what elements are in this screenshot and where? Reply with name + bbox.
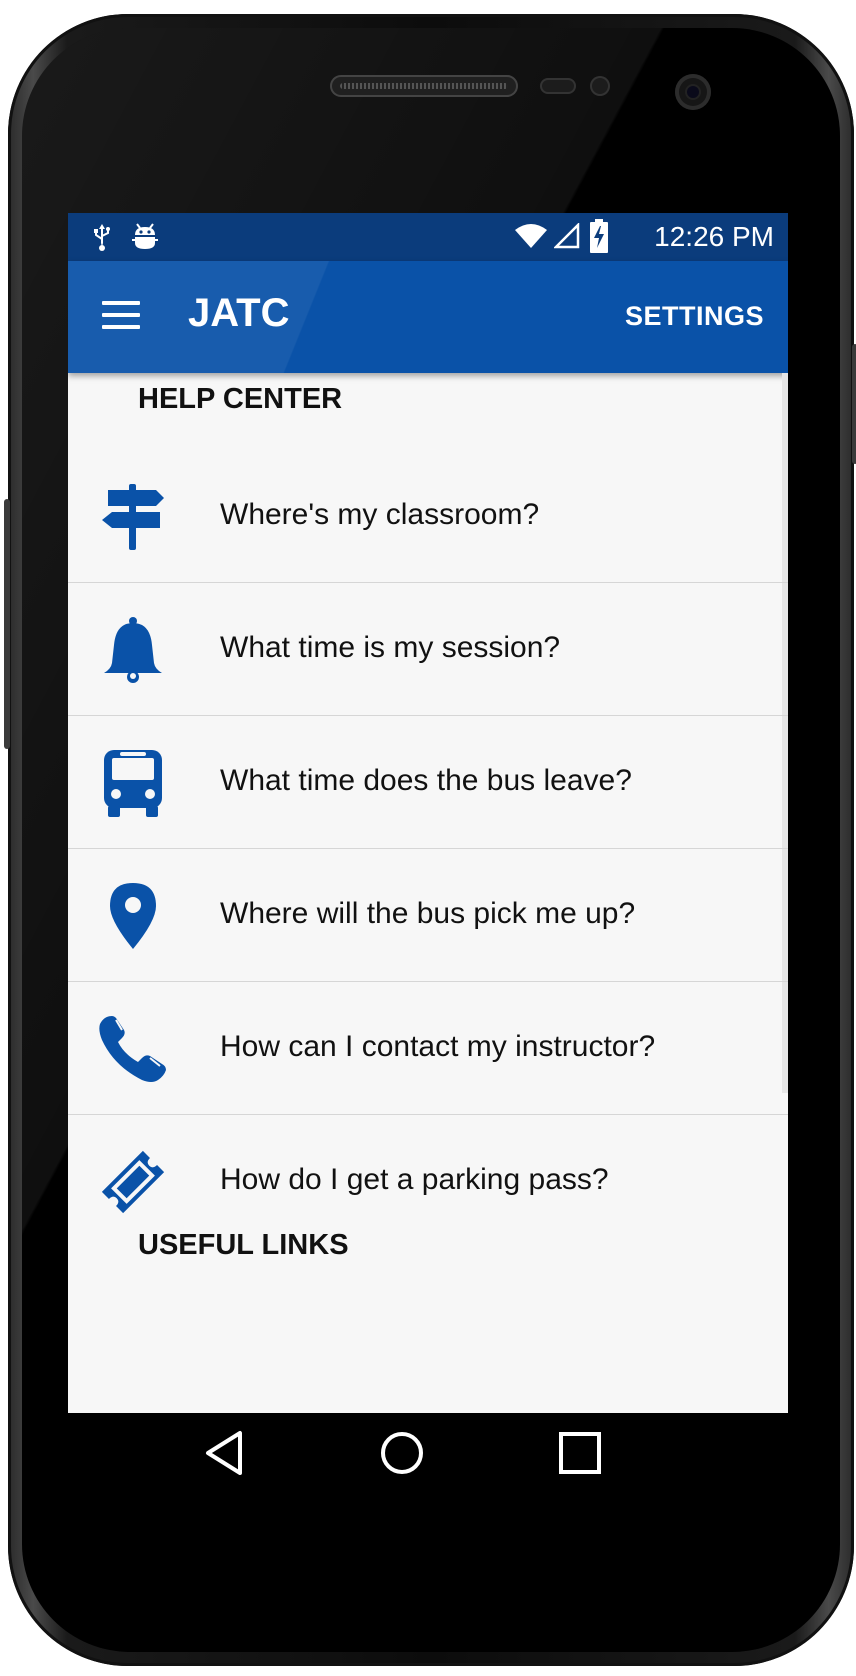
help-center-heading: HELP CENTER bbox=[138, 383, 343, 415]
back-icon[interactable] bbox=[202, 1429, 250, 1477]
help-item-label: How do I get a parking pass? bbox=[220, 1163, 609, 1196]
volume-button bbox=[852, 344, 856, 464]
help-item-label: How can I contact my instructor? bbox=[220, 1030, 656, 1063]
status-bar: 12:26 PM bbox=[68, 213, 788, 261]
phone-icon bbox=[99, 1016, 166, 1082]
android-debug-icon bbox=[132, 223, 158, 249]
system-nav-bar bbox=[68, 1413, 788, 1493]
settings-button[interactable]: SETTINGS bbox=[625, 301, 764, 332]
help-item-label: What time does the bus leave? bbox=[220, 764, 632, 797]
screen: 12:26 PM JATC SETTINGS HELP CENTER Where… bbox=[68, 213, 788, 1493]
signpost-icon bbox=[102, 484, 164, 550]
app-title: JATC bbox=[188, 291, 290, 335]
usb-icon bbox=[94, 224, 110, 251]
help-item-classroom[interactable]: Where's my classroom? bbox=[68, 450, 788, 583]
wifi-icon bbox=[515, 224, 547, 248]
help-item-contact-instructor[interactable]: How can I contact my instructor? bbox=[68, 982, 788, 1115]
help-item-session-time[interactable]: What time is my session? bbox=[68, 583, 788, 716]
front-camera bbox=[675, 74, 711, 110]
app-bar: JATC SETTINGS bbox=[68, 261, 788, 373]
home-icon[interactable] bbox=[378, 1429, 426, 1477]
earpiece-speaker bbox=[330, 75, 518, 97]
bus-icon bbox=[104, 750, 162, 817]
battery-charging-icon bbox=[590, 219, 608, 253]
proximity-sensor bbox=[540, 78, 576, 94]
map-pin-icon bbox=[110, 883, 156, 949]
power-button bbox=[4, 499, 10, 749]
ticket-icon bbox=[101, 1150, 165, 1214]
help-item-label: Where's my classroom? bbox=[220, 498, 540, 531]
help-item-label: What time is my session? bbox=[220, 631, 561, 664]
useful-links-heading: USEFUL LINKS bbox=[138, 1229, 349, 1261]
hamburger-menu-icon[interactable] bbox=[102, 301, 142, 331]
bell-icon bbox=[104, 617, 162, 683]
help-item-parking-pass[interactable]: How do I get a parking pass? bbox=[68, 1115, 788, 1247]
light-sensor bbox=[590, 76, 610, 96]
help-item-bus-pickup[interactable]: Where will the bus pick me up? bbox=[68, 849, 788, 982]
help-item-label: Where will the bus pick me up? bbox=[220, 897, 636, 930]
cell-signal-icon bbox=[554, 223, 580, 249]
status-time: 12:26 PM bbox=[654, 221, 774, 252]
help-item-bus-leave[interactable]: What time does the bus leave? bbox=[68, 716, 788, 849]
recents-icon[interactable] bbox=[556, 1429, 604, 1477]
